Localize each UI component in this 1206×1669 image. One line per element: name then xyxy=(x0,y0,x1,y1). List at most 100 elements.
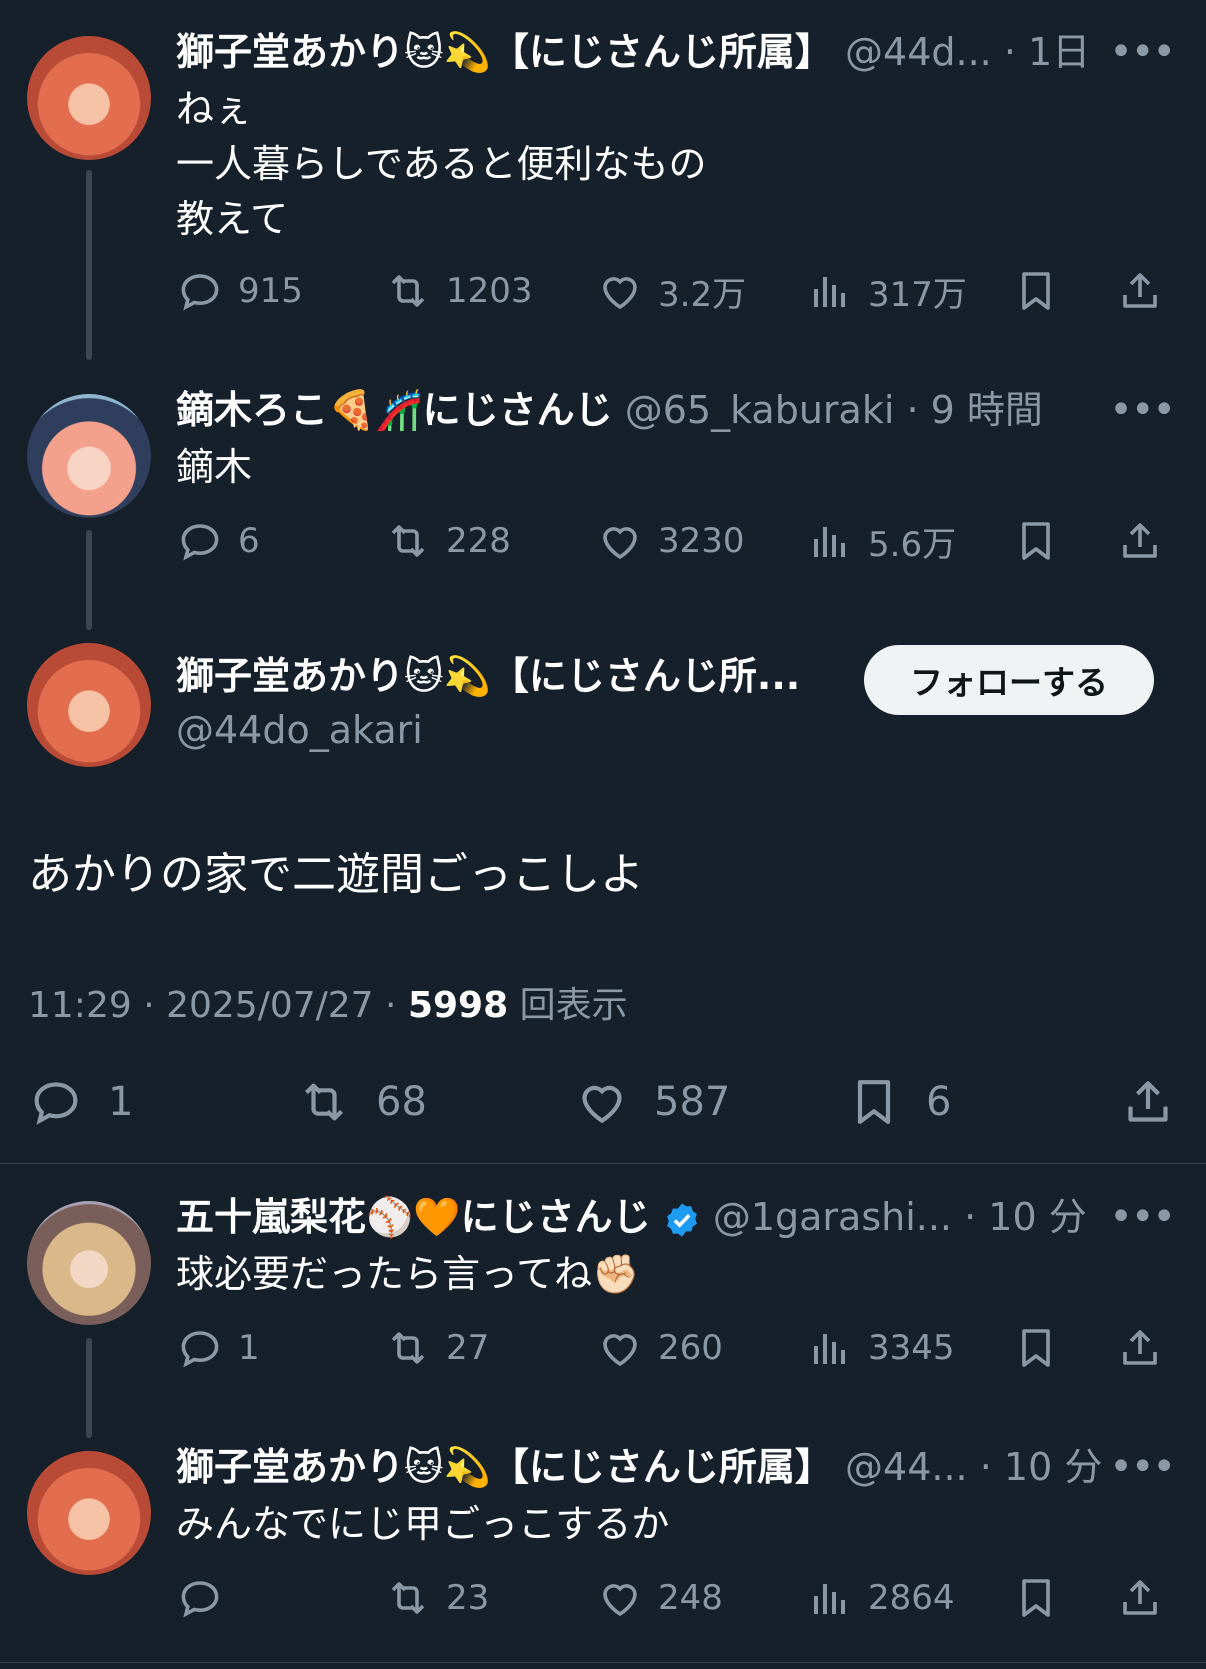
date[interactable]: 2025/07/27 xyxy=(166,985,374,1026)
handle[interactable]: @44... xyxy=(845,1445,968,1489)
retweet-icon xyxy=(296,1074,352,1130)
reply-button[interactable]: 6 xyxy=(176,513,260,569)
views-label: 回表示 xyxy=(519,985,628,1026)
display-name[interactable]: 獅子堂あかり🐱💫【にじさんじ所... xyxy=(176,654,800,698)
verified-icon xyxy=(666,1202,697,1237)
retweet-count: 228 xyxy=(446,521,511,561)
like-button[interactable]: 248 xyxy=(596,1570,723,1626)
views-button[interactable]: 317万 xyxy=(806,263,967,319)
like-button[interactable]: 3.2万 xyxy=(596,263,746,319)
reply-button[interactable]: 1 xyxy=(28,1072,133,1132)
retweet-count: 23 xyxy=(446,1578,490,1618)
handle[interactable]: @44d... xyxy=(845,30,992,74)
share-button[interactable] xyxy=(1116,263,1164,319)
views-count: 2864 xyxy=(868,1578,955,1618)
timestamp[interactable]: 10 分 xyxy=(988,1195,1086,1239)
thread-line xyxy=(86,530,92,630)
reply-count: 6 xyxy=(238,521,260,561)
separator-dot: · xyxy=(979,1445,992,1489)
more-icon[interactable]: ••• xyxy=(1109,1443,1176,1491)
timestamp[interactable]: 9 時間 xyxy=(931,388,1043,432)
bookmark-button[interactable]: 6 xyxy=(846,1072,951,1132)
reply-button[interactable]: 915 xyxy=(176,263,303,319)
views-button[interactable]: 5.6万 xyxy=(806,513,956,569)
separator-dot: · xyxy=(385,985,408,1026)
handle[interactable]: @44do_akari xyxy=(176,706,423,754)
like-icon xyxy=(596,1574,644,1622)
retweet-button[interactable]: 23 xyxy=(384,1570,489,1626)
tweet-text: 鏑木 xyxy=(176,445,253,489)
views-count: 3345 xyxy=(868,1328,955,1368)
views-button[interactable]: 3345 xyxy=(806,1320,955,1376)
like-count: 248 xyxy=(658,1578,723,1618)
reply-button[interactable]: 1 xyxy=(176,1320,260,1376)
retweet-count: 27 xyxy=(446,1328,490,1368)
thread-line xyxy=(86,1338,92,1438)
share-button[interactable] xyxy=(1116,1320,1164,1376)
action-bar: 1 27 260 3345 xyxy=(176,1320,1176,1376)
bookmark-icon xyxy=(1012,517,1060,565)
views-count: 317万 xyxy=(868,274,967,315)
bookmark-button[interactable] xyxy=(1012,513,1060,569)
follow-button[interactable]: フォローする xyxy=(864,645,1154,715)
like-button[interactable]: 3230 xyxy=(596,513,745,569)
reply-icon xyxy=(176,517,224,565)
views-button[interactable]: 2864 xyxy=(806,1570,955,1626)
tweet-text: みんなでにじ甲ごっこするか xyxy=(176,1502,670,1546)
divider xyxy=(0,1163,1206,1164)
more-icon[interactable]: ••• xyxy=(1109,28,1176,76)
tweet-text: 球必要だったら言ってね✊🏻 xyxy=(176,1252,640,1296)
bookmark-button[interactable] xyxy=(1012,1320,1060,1376)
views-icon xyxy=(806,517,854,565)
retweet-button[interactable]: 27 xyxy=(384,1320,489,1376)
more-icon[interactable]: ••• xyxy=(1109,386,1176,434)
retweet-count: 1203 xyxy=(446,271,533,311)
retweet-button[interactable]: 68 xyxy=(296,1072,427,1132)
views-count: 5998 xyxy=(407,985,509,1026)
like-button[interactable]: 587 xyxy=(574,1072,730,1132)
reply-icon xyxy=(176,267,224,315)
timestamp[interactable]: 1日 xyxy=(1028,30,1090,74)
retweet-button[interactable]: 1203 xyxy=(384,263,533,319)
reply-button[interactable] xyxy=(176,1570,224,1626)
avatar[interactable] xyxy=(27,394,151,518)
share-button[interactable] xyxy=(1120,1072,1200,1132)
share-icon xyxy=(1116,267,1164,315)
retweet-icon xyxy=(384,267,432,315)
avatar[interactable] xyxy=(27,1451,151,1575)
time[interactable]: 11:29 xyxy=(28,985,132,1026)
display-name[interactable]: 鏑木ろこ🍕🎢にじさんじ xyxy=(176,388,613,432)
bookmark-icon xyxy=(1012,1324,1060,1372)
tweet-header: 鏑木ろこ🍕🎢にじさんじ @65_kaburaki · 9 時間 xyxy=(176,386,1043,434)
handle[interactable]: @1garashi... xyxy=(713,1195,952,1239)
share-button[interactable] xyxy=(1116,513,1164,569)
like-button[interactable]: 260 xyxy=(596,1320,723,1376)
views-icon xyxy=(806,1574,854,1622)
retweet-icon xyxy=(384,517,432,565)
reply-count: 1 xyxy=(238,1328,260,1368)
tweet-text: ねぇ 一人暮らしであると便利なもの 教えて xyxy=(176,87,707,241)
reply-icon xyxy=(176,1324,224,1372)
action-bar: 915 1203 3.2万 317万 xyxy=(176,263,1176,319)
share-icon xyxy=(1116,1324,1164,1372)
avatar[interactable] xyxy=(27,36,151,160)
separator-dot: · xyxy=(964,1195,977,1239)
action-bar: 23 248 2864 xyxy=(176,1570,1176,1626)
more-icon[interactable]: ••• xyxy=(1109,1193,1176,1241)
retweet-button[interactable]: 228 xyxy=(384,513,511,569)
bookmark-button[interactable] xyxy=(1012,1570,1060,1626)
handle[interactable]: @65_kaburaki xyxy=(625,388,895,432)
avatar[interactable] xyxy=(27,1201,151,1325)
divider xyxy=(0,1662,1206,1663)
separator-dot: · xyxy=(143,985,167,1026)
share-button[interactable] xyxy=(1116,1570,1164,1626)
display-name[interactable]: 五十嵐梨花⚾🧡にじさんじ xyxy=(176,1195,651,1239)
timestamp[interactable]: 10 分 xyxy=(1004,1445,1102,1489)
reply-count: 915 xyxy=(238,271,303,311)
display-name[interactable]: 獅子堂あかり🐱💫【にじさんじ所属】 xyxy=(176,1445,833,1489)
tweet-header: 獅子堂あかり🐱💫【にじさんじ所属】 @44... · 10 分 xyxy=(176,1443,1102,1491)
like-count: 3.2万 xyxy=(658,274,747,315)
avatar[interactable] xyxy=(27,643,151,767)
display-name[interactable]: 獅子堂あかり🐱💫【にじさんじ所属】 xyxy=(176,30,833,74)
bookmark-button[interactable] xyxy=(1012,263,1060,319)
